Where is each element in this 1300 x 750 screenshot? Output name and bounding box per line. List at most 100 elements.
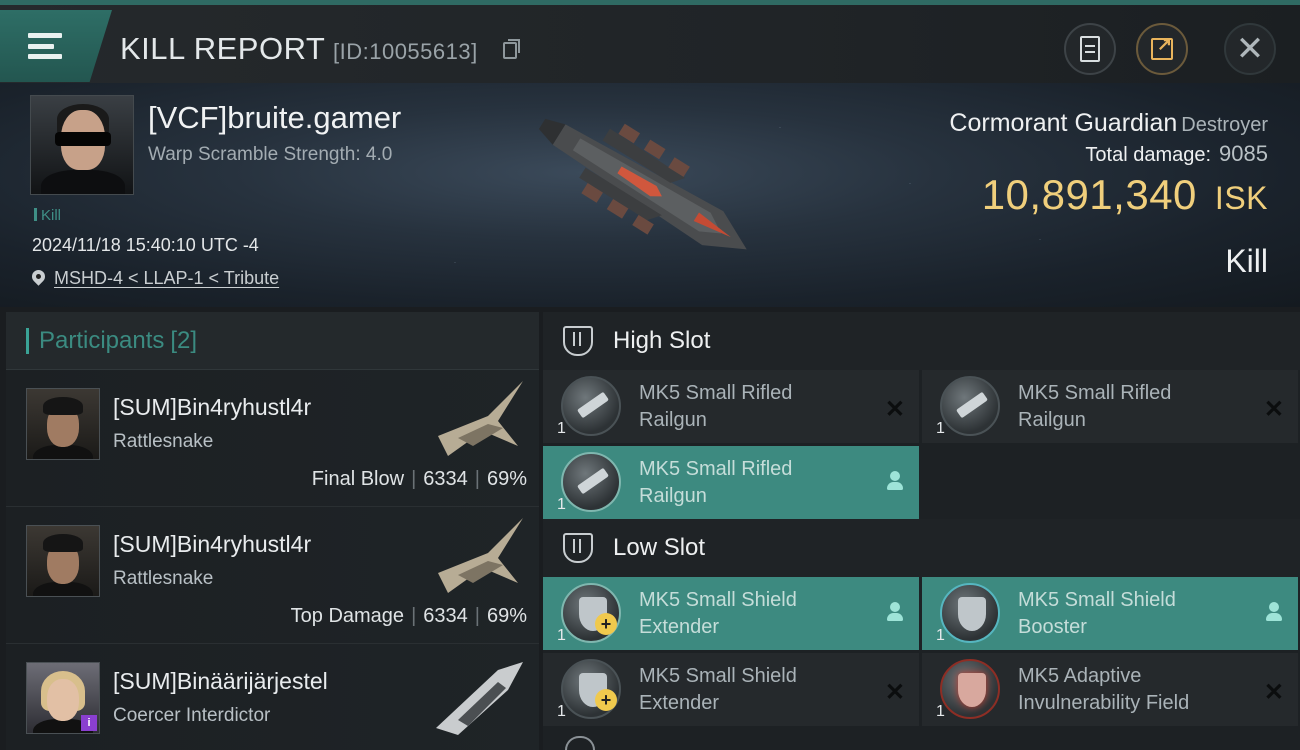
module-name-line1: MK5 Adaptive: [1018, 665, 1142, 687]
ship-name: Cormorant Guardian: [949, 109, 1178, 137]
module-name: MK5 Small Shield Booster: [1018, 587, 1248, 641]
shield-extender-icon: [561, 583, 621, 643]
participant-damage: 6334: [423, 605, 468, 627]
victim-name[interactable]: [VCF]bruite.gamer: [148, 100, 401, 136]
participant-name: [SUM]Bin4ryhustl4r: [113, 531, 312, 557]
module-quantity: 1: [936, 420, 945, 437]
total-damage-label: Total damage:: [1085, 144, 1212, 166]
participant-row[interactable]: i [SUM]Binäärijärjestel Coercer Interdic…: [6, 644, 539, 750]
total-damage: Total damage: 9085: [1085, 141, 1268, 167]
railgun-icon: [561, 376, 621, 436]
shield-extender-icon: [561, 659, 621, 719]
participant-avatar[interactable]: [26, 525, 100, 597]
total-damage-value: 9085: [1219, 141, 1268, 166]
victim-banner: [VCF]bruite.gamer Warp Scramble Strength…: [0, 83, 1300, 307]
kill-result: Kill: [1225, 243, 1268, 279]
module-quantity: 1: [557, 420, 566, 437]
participant-percent: 69%: [486, 605, 527, 627]
participant-ship: Coercer Interdictor: [113, 705, 271, 726]
module-card[interactable]: 1 MK5 Small Rifled Railgun: [543, 446, 919, 519]
participant-ship-image: [438, 381, 523, 456]
participants-header[interactable]: Participants [2]: [6, 312, 539, 370]
module-name: MK5 Adaptive Invulnerability Field: [1018, 663, 1248, 717]
high-slot-icon: [563, 326, 593, 356]
module-name-line2: Railgun: [639, 409, 707, 431]
module-name-line1: MK5 Small Shield: [1018, 589, 1176, 611]
dropped-pilot-icon: [1266, 602, 1282, 622]
participant-ship: Rattlesnake: [113, 431, 214, 452]
victim-portrait[interactable]: [30, 95, 134, 195]
module-name-line1: MK5 Small Rifled: [639, 382, 793, 404]
module-quantity: 1: [557, 627, 566, 644]
module-name-line2: Booster: [1018, 616, 1087, 638]
module-card[interactable]: 1 MK5 Small Rifled Railgun ✕: [922, 370, 1298, 443]
module-name-line2: Railgun: [1018, 409, 1086, 431]
invulnerability-field-icon: [940, 659, 1000, 719]
isk-value: 10,891,340 ISK: [982, 171, 1268, 219]
kill-timestamp: 2024/11/18 15:40:10 UTC -4: [32, 235, 259, 255]
low-slot-icon: [563, 533, 593, 563]
module-card[interactable]: + 1 MK5 Small Shield Extender: [543, 577, 919, 650]
warp-scramble-strength: Warp Scramble Strength: 4.0: [148, 144, 393, 165]
kill-location[interactable]: MSHD-4 < LLAP-1 < Tribute: [32, 268, 279, 289]
railgun-icon: [940, 376, 1000, 436]
module-name-line1: MK5 Small Shield: [639, 589, 797, 611]
share-button[interactable]: [1136, 23, 1188, 75]
plus-badge-icon: +: [595, 689, 617, 711]
share-icon: [1151, 34, 1173, 60]
participant-ship-image: [438, 518, 523, 593]
participants-panel: Participants [2] [SUM]Bin4ryhustl4r Ratt…: [6, 312, 539, 750]
participant-name: [SUM]Bin4ryhustl4r: [113, 394, 312, 420]
kill-tag: Kill: [34, 207, 61, 224]
high-slot-modules: 1 MK5 Small Rifled Railgun ✕ 1 MK5 Small…: [543, 370, 1300, 519]
copy-icon[interactable]: [503, 39, 520, 59]
empty-module-slot: [922, 446, 1298, 519]
menu-button[interactable]: [0, 10, 112, 82]
close-button[interactable]: ✕: [1224, 23, 1276, 75]
participant-damage: 6334: [423, 468, 468, 490]
title-bar: KILL REPORT [ID:10055613] ✕: [0, 0, 1300, 83]
module-card[interactable]: 1 MK5 Adaptive Invulnerability Field ✕: [922, 653, 1298, 726]
module-name: MK5 Small Rifled Railgun: [639, 380, 869, 434]
page-title: KILL REPORT: [120, 31, 326, 66]
participant-avatar[interactable]: [26, 388, 100, 460]
shield-booster-icon: [940, 583, 1000, 643]
dropped-pilot-icon: [887, 471, 903, 491]
victim-ship-image: [538, 118, 747, 250]
fitting-panel: High Slot 1 MK5 Small Rifled Railgun ✕ 1…: [543, 312, 1300, 750]
participants-count: [2]: [170, 326, 198, 354]
module-quantity: 1: [557, 703, 566, 720]
participant-name: [SUM]Binäärijärjestel: [113, 668, 328, 694]
module-card[interactable]: + 1 MK5 Small Shield Extender ✕: [543, 653, 919, 726]
accent-bar: [26, 327, 29, 354]
high-slot-header: High Slot: [543, 312, 1300, 370]
notes-button[interactable]: [1064, 23, 1116, 75]
participant-ship: Rattlesnake: [113, 568, 214, 589]
module-name: MK5 Small Shield Extender: [639, 587, 869, 641]
participant-role: Top Damage: [290, 605, 405, 627]
module-name: MK5 Small Shield Extender: [639, 663, 869, 717]
destroyed-x-icon: ✕: [1263, 396, 1284, 423]
participant-row[interactable]: [SUM]Bin4ryhustl4r Rattlesnake Final Blo…: [6, 370, 539, 507]
participant-ship-image: [436, 662, 523, 735]
participant-avatar[interactable]: i: [26, 662, 100, 734]
low-slot-title: Low Slot: [613, 534, 706, 561]
module-name-line2: Invulnerability Field: [1018, 692, 1190, 714]
dropped-pilot-icon: [887, 602, 903, 622]
isk-amount: 10,891,340: [981, 171, 1197, 218]
module-card[interactable]: 1 MK5 Small Rifled Railgun ✕: [543, 370, 919, 443]
location-pin-icon: [32, 270, 45, 287]
participant-row[interactable]: [SUM]Bin4ryhustl4r Rattlesnake Top Damag…: [6, 507, 539, 644]
module-name-line2: Railgun: [639, 485, 707, 507]
participant-role: Final Blow: [311, 468, 405, 490]
module-name: MK5 Small Rifled Railgun: [1018, 380, 1248, 434]
info-badge-icon: i: [81, 715, 97, 731]
module-name-line2: Extender: [639, 616, 720, 638]
participants-title: Participants: [39, 326, 165, 354]
hamburger-icon: [28, 33, 62, 59]
module-name: MK5 Small Rifled Railgun: [639, 456, 869, 510]
high-slot-title: High Slot: [613, 327, 711, 354]
location-link[interactable]: MSHD-4 < LLAP-1 < Tribute: [54, 268, 279, 289]
participant-percent: 69%: [486, 468, 527, 490]
module-card[interactable]: 1 MK5 Small Shield Booster: [922, 577, 1298, 650]
